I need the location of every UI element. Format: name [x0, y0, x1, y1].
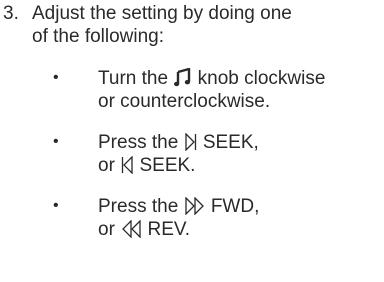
music-note-icon [174, 68, 191, 87]
seek-forward-icon [184, 133, 197, 151]
list-item-line: or counterclockwise. [98, 91, 271, 112]
list-item-line: or REV. [98, 218, 384, 241]
item-text: knob clockwise [197, 68, 326, 89]
list-item-line: Turn the knob clockwise [98, 67, 384, 90]
item-text: REV. [147, 219, 191, 240]
list-item-line: Press the SEEK, [98, 131, 384, 154]
step-text-line-2: of the following: [32, 26, 165, 47]
step-text: Adjust the setting by doing one of the f… [32, 2, 384, 48]
step-text-line-1: Adjust the setting by doing one [32, 3, 292, 24]
bullet: • [53, 133, 59, 150]
item-text: Turn the [98, 68, 169, 89]
item-text: Press the [98, 196, 179, 217]
list-item-line: or SEEK. [98, 154, 384, 177]
item-text: or [98, 155, 115, 176]
list-item-knob: Turn the knob clockwise or counterclockw… [98, 67, 384, 113]
list-item-seek: Press the SEEK, or SEEK. [98, 131, 384, 177]
item-text: or [98, 219, 115, 240]
list-item-fwd-rev: Press the FWD, or REV. [98, 195, 384, 241]
bullet: • [53, 69, 59, 86]
list-item-line: Press the FWD, [98, 195, 384, 218]
item-text: FWD, [210, 196, 260, 217]
step-number: 3. [3, 3, 19, 24]
item-text: SEEK, [202, 132, 259, 153]
item-text: SEEK. [139, 155, 196, 176]
fast-forward-icon [184, 197, 205, 215]
item-text: Press the [98, 132, 179, 153]
bullet: • [53, 197, 59, 214]
rewind-icon [121, 220, 141, 238]
seek-back-icon [121, 156, 133, 174]
instruction-page: 3. Adjust the setting by doing one of th… [0, 0, 384, 282]
